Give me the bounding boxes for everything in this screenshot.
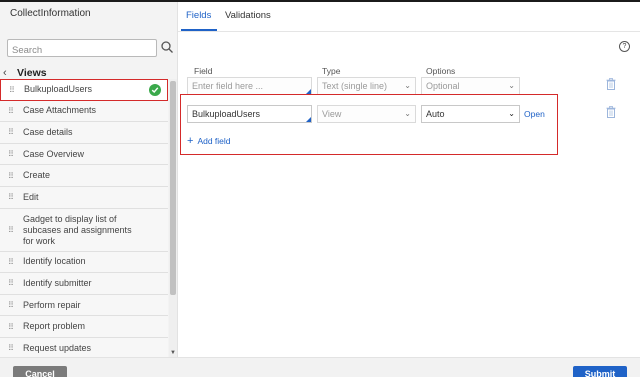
drag-handle-icon[interactable]: ⠿: [8, 300, 14, 311]
column-header-field: Field: [194, 66, 213, 76]
list-item[interactable]: ⠿ Identify location: [0, 251, 168, 274]
field-name-input[interactable]: Enter field here ...: [187, 77, 312, 95]
drag-handle-icon[interactable]: ⠿: [8, 105, 14, 116]
plus-icon: +: [187, 135, 194, 147]
drag-handle-icon[interactable]: ⠿: [8, 127, 14, 138]
list-item[interactable]: ⠿ Case Overview: [0, 143, 168, 166]
list-item-label: Request updates: [23, 342, 92, 353]
list-item-label: Case Attachments: [23, 105, 97, 116]
list-item-label: BulkuploadUsers: [24, 84, 93, 95]
drag-handle-icon[interactable]: ⠿: [8, 170, 14, 181]
field-options-value: Optional: [426, 81, 460, 91]
column-header-options: Options: [426, 66, 456, 76]
back-chevron-icon[interactable]: ‹: [3, 67, 13, 79]
highlight-box: [180, 94, 558, 155]
list-item-label: Edit: [23, 191, 39, 202]
list-item-label: Case details: [23, 126, 73, 137]
list-item[interactable]: ⠿ Gadget to display list of subcases and…: [0, 208, 168, 252]
tab-divider: [178, 31, 640, 32]
tab-validations[interactable]: Validations: [225, 10, 271, 21]
list-item[interactable]: ⠿ Report problem: [0, 316, 168, 338]
submit-button[interactable]: Submit: [573, 366, 627, 377]
help-icon[interactable]: ?: [619, 41, 630, 52]
chevron-down-icon: ⌄: [404, 81, 411, 90]
drag-handle-icon[interactable]: ⠿: [8, 321, 14, 332]
drag-handle-icon[interactable]: ⠿: [8, 343, 14, 354]
list-item[interactable]: ⠿ Perform repair: [0, 294, 168, 317]
drag-handle-icon[interactable]: ⠿: [8, 149, 14, 160]
list-item[interactable]: ⠿ Identify submitter: [0, 273, 168, 295]
views-scrollbar[interactable]: ▼: [169, 79, 177, 357]
column-header-type: Type: [322, 66, 341, 76]
search-field[interactable]: [7, 39, 157, 59]
list-item-label: Identify submitter: [23, 277, 92, 288]
tab-fields[interactable]: Fields: [186, 10, 211, 21]
list-item-label: Create: [23, 170, 51, 181]
list-item-bulkuploadusers[interactable]: ⠿ BulkuploadUsers: [0, 79, 168, 101]
list-item[interactable]: ⠿ Case Attachments: [0, 100, 168, 123]
cancel-button[interactable]: Cancel: [13, 366, 67, 377]
list-item[interactable]: ⠿ Case details: [0, 122, 168, 144]
drag-handle-icon[interactable]: ⠿: [8, 224, 14, 235]
dialog-footer: [0, 357, 640, 377]
field-options-select[interactable]: Optional ⌄: [421, 77, 520, 95]
drag-handle-icon[interactable]: ⠿: [9, 84, 15, 95]
list-item-label: Case Overview: [23, 148, 85, 159]
drag-handle-icon[interactable]: ⠿: [8, 278, 14, 289]
list-item[interactable]: ⠿ Create: [0, 165, 168, 187]
list-item-label: Perform repair: [23, 299, 81, 310]
add-field-label: Add field: [197, 136, 231, 146]
scroll-down-arrow-icon[interactable]: ▼: [170, 350, 176, 356]
views-list: ⠿ BulkuploadUsers ⠿ Case Attachments ⠿ C…: [0, 79, 168, 360]
search-input[interactable]: [8, 42, 156, 59]
list-item[interactable]: ⠿ Edit: [0, 186, 168, 209]
list-item-label: Gadget to display list of subcases and a…: [23, 214, 132, 247]
search-icon[interactable]: [160, 40, 174, 54]
view-editor-dialog: CollectInformation ‹ Views ⠿ BulkuploadU…: [0, 0, 640, 377]
dialog-title: CollectInformation: [10, 8, 91, 19]
scroll-thumb[interactable]: [170, 81, 176, 295]
trash-icon[interactable]: [606, 106, 616, 118]
check-circle-icon: [149, 83, 161, 96]
field-type-value: Text (single line): [322, 81, 388, 91]
chevron-down-icon: ⌄: [508, 81, 515, 90]
trash-icon[interactable]: [606, 78, 616, 90]
add-field-button[interactable]: + Add field: [187, 135, 231, 147]
list-item-label: Identify location: [23, 256, 86, 267]
drag-handle-icon[interactable]: ⠿: [8, 256, 14, 267]
views-heading: Views: [17, 67, 47, 79]
drag-handle-icon[interactable]: ⠿: [8, 192, 14, 203]
field-type-select[interactable]: Text (single line) ⌄: [317, 77, 416, 95]
field-name-placeholder: Enter field here ...: [192, 81, 264, 91]
list-item-label: Report problem: [23, 321, 86, 332]
